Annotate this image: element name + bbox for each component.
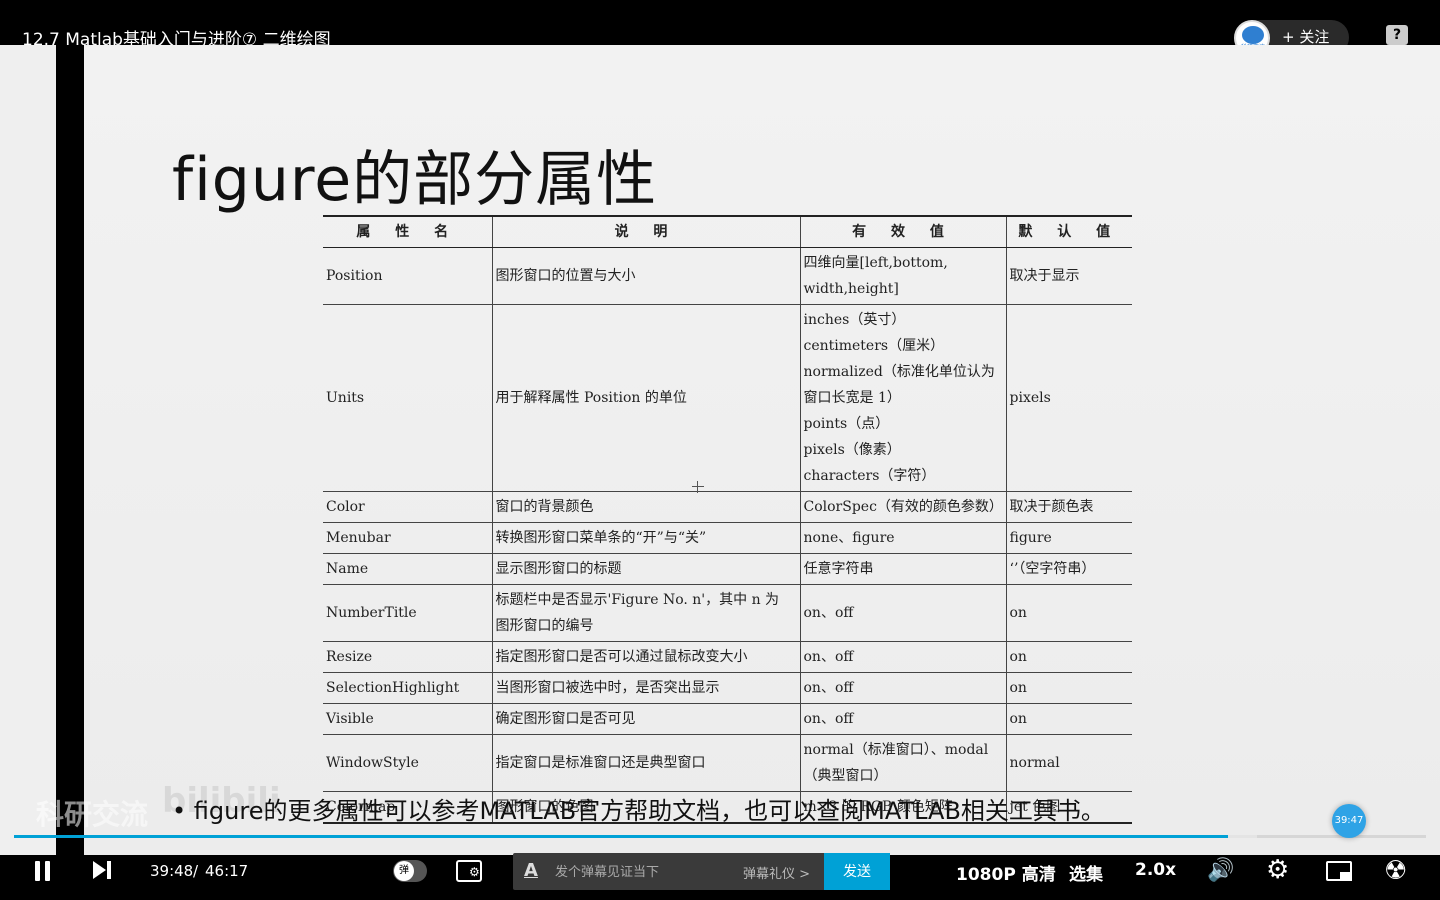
table-cell: figure xyxy=(1005,522,1132,554)
table-cell: Menubar xyxy=(323,522,492,554)
next-episode-icon[interactable] xyxy=(93,861,113,879)
slide-title: figure的部分属性 xyxy=(172,145,658,215)
table-cell: SelectionHighlight xyxy=(323,672,492,704)
table-cell: Name xyxy=(323,553,492,585)
table-row: NumberTitle 标题栏中是否显示'Figure No. n'，其中 n 为… xyxy=(323,584,1132,642)
table-cell: 指定图形窗口是否可以通过鼠标改变大小 xyxy=(491,641,800,673)
table-cell: 转换图形窗口菜单条的“开”与“关” xyxy=(491,522,800,554)
table-row: SelectionHighlight 当图形窗口被选中时，是否突出显示 on、off… xyxy=(323,672,1132,704)
header-cell: 默 认 值 xyxy=(1005,215,1132,248)
table-cell: 标题栏中是否显示'Figure No. n'，其中 n 为 图形窗口的编号 xyxy=(491,584,800,642)
table-row: WindowStyle 指定窗口是标准窗口还是典型窗口 normal（标准窗口）、m… xyxy=(323,734,1132,792)
quality-button[interactable]: 1080P 高清 xyxy=(956,860,1056,885)
figure-properties-table: 属 性 名 说 明 有 效 值 默 认 值 Position 图形窗口的位置与大小… xyxy=(323,215,1132,824)
picture-in-picture-icon[interactable] xyxy=(1326,861,1352,881)
fullscreen-icon[interactable]: ☢ xyxy=(1384,856,1407,886)
pause-icon[interactable] xyxy=(34,861,52,881)
table-cell: inches（英寸） centimeters（厘米） normalized（标准… xyxy=(799,304,1006,492)
settings-gear-icon[interactable]: ⚙ xyxy=(1266,855,1289,885)
header-cell: 属 性 名 xyxy=(323,215,492,248)
danmaku-settings-icon[interactable] xyxy=(456,860,482,882)
table-cell: Units xyxy=(323,304,492,492)
table-cell: on xyxy=(1005,584,1132,642)
table-cell: normal xyxy=(1005,734,1132,792)
table-cell: NumberTitle xyxy=(323,584,492,642)
table-cell: on、off xyxy=(799,672,1006,704)
table-row: Menubar 转换图形窗口菜单条的“开”与“关” none、figure figur… xyxy=(323,522,1132,554)
uploader-watermark: 科研交流 xyxy=(36,798,149,831)
help-icon[interactable]: ? xyxy=(1386,25,1408,45)
table-cell: on、off xyxy=(799,641,1006,673)
danmaku-input[interactable] xyxy=(555,863,735,881)
progress-bar[interactable] xyxy=(14,835,1426,838)
progress-fill xyxy=(14,835,1229,838)
table-row: Units 用于解释属性 Position 的单位 inches（英寸） centi… xyxy=(323,304,1132,492)
table-row: Visible 确定图形窗口是否可见 on、off on xyxy=(323,703,1132,735)
time-separator: / xyxy=(193,862,199,880)
danmaku-toggle-knob[interactable]: 弹 xyxy=(394,861,414,881)
table-cell: 图形窗口的位置与大小 xyxy=(491,247,800,305)
video-area[interactable]: figure的部分属性 属 性 名 说 明 有 效 值 默 认 值 Positi… xyxy=(0,45,1440,855)
table-cell: ColorSpec（有效的颜色参数） xyxy=(799,491,1006,523)
table-cell: 确定图形窗口是否可见 xyxy=(491,703,800,735)
table-cell: 用于解释属性 Position 的单位 xyxy=(491,304,800,492)
table-cell: 当图形窗口被选中时，是否突出显示 xyxy=(491,672,800,704)
table-cell: none、figure xyxy=(799,522,1006,554)
crosshair-cursor-icon xyxy=(692,481,704,493)
follow-button[interactable]: + 关注 xyxy=(1282,26,1329,47)
header-cell: 说 明 xyxy=(491,215,800,248)
table-cell: ‘’（空字符串） xyxy=(1005,553,1132,585)
table-cell: on xyxy=(1005,641,1132,673)
table-cell: 取决于显示 xyxy=(1005,247,1132,305)
table-row: Position 图形窗口的位置与大小 四维向量[left,bottom, widt… xyxy=(323,247,1132,305)
seek-handle[interactable]: 39:47 xyxy=(1332,804,1366,838)
table-cell: 取决于颜色表 xyxy=(1005,491,1132,523)
table-cell: 显示图形窗口的标题 xyxy=(491,553,800,585)
episodes-button[interactable]: 选集 xyxy=(1069,860,1103,885)
table-cell: 指定窗口是标准窗口还是典型窗口 xyxy=(491,734,800,792)
table-cell: normal（标准窗口）、modal （典型窗口） xyxy=(799,734,1006,792)
table-cell: 任意字符串 xyxy=(799,553,1006,585)
speed-button[interactable]: 2.0x xyxy=(1135,860,1176,880)
danmaku-font-icon[interactable]: A xyxy=(524,860,538,881)
table-cell: Position xyxy=(323,247,492,305)
table-row: Name 显示图形窗口的标题 任意字符串 ‘’（空字符串） xyxy=(323,553,1132,585)
table-cell: 四维向量[left,bottom, width,height] xyxy=(799,247,1006,305)
volume-icon[interactable]: 🔊 xyxy=(1207,858,1234,883)
table-cell: on、off xyxy=(799,703,1006,735)
table-cell: Color xyxy=(323,491,492,523)
video-left-strip xyxy=(56,45,84,855)
time-current: 39:48 xyxy=(150,862,194,880)
time-total: 46:17 xyxy=(205,862,249,880)
danmaku-etiquette-link[interactable]: 弹幕礼仪 > xyxy=(743,863,810,882)
slide-bullet-text: • figure的更多属性可以参考MATLAB官方帮助文档，也可以查阅MATLA… xyxy=(172,797,1105,825)
table-cell: pixels xyxy=(1005,304,1132,492)
table-cell: on、off xyxy=(799,584,1006,642)
header-cell: 有 效 值 xyxy=(799,215,1006,248)
send-danmaku-button[interactable]: 发送 xyxy=(824,853,890,890)
table-cell: Visible xyxy=(323,703,492,735)
table-header-row: 属 性 名 说 明 有 效 值 默 认 值 xyxy=(323,215,1132,248)
table-cell: WindowStyle xyxy=(323,734,492,792)
table-row: Resize 指定图形窗口是否可以通过鼠标改变大小 on、off on xyxy=(323,641,1132,673)
table-row: Color 窗口的背景颜色 ColorSpec（有效的颜色参数） 取决于颜色表 xyxy=(323,491,1132,523)
table-cell: on xyxy=(1005,703,1132,735)
table-cell: 窗口的背景颜色 xyxy=(491,491,800,523)
table-cell: Resize xyxy=(323,641,492,673)
table-cell: on xyxy=(1005,672,1132,704)
